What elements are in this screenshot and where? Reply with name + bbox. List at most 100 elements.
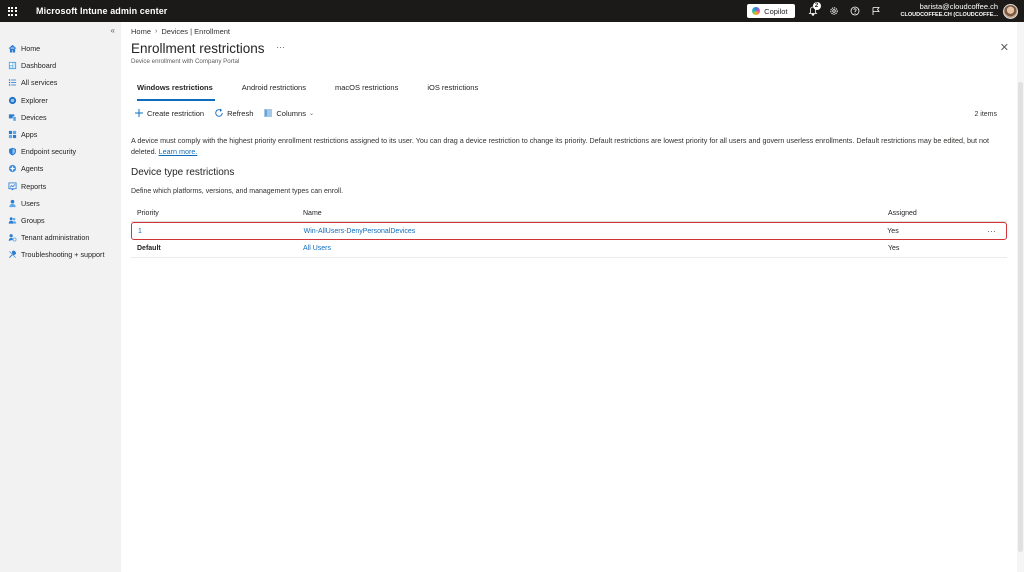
row-priority: Default: [137, 245, 161, 252]
refresh-icon: [215, 108, 223, 117]
chevron-right-icon: ›: [155, 28, 158, 35]
more-options-icon[interactable]: ···: [276, 42, 285, 52]
app-title[interactable]: Microsoft Intune admin center: [36, 6, 167, 16]
copilot-label: Copilot: [764, 6, 788, 16]
row-assigned: Yes: [887, 227, 899, 235]
row-more-icon[interactable]: ···: [977, 226, 1006, 236]
create-restriction-label: Create restriction: [147, 108, 205, 118]
refresh-label: Refresh: [227, 108, 254, 118]
section-title: Device type restrictions: [131, 167, 235, 178]
sidebar-item-label: Home: [21, 44, 41, 54]
sidebar-item-apps[interactable]: Apps: [0, 126, 121, 143]
header-priority[interactable]: Priority: [131, 210, 303, 217]
plus-icon: [135, 109, 143, 117]
tab-macos-restrictions[interactable]: macOS restrictions: [329, 79, 404, 101]
sidebar-item-label: Dashboard: [21, 61, 57, 71]
chevron-down-icon: ⌄: [308, 110, 314, 117]
sidebar-item-label: Users: [21, 198, 40, 208]
sidebar-item-tenant-administration[interactable]: Tenant administration: [0, 229, 121, 246]
explorer-icon: [8, 96, 17, 105]
tenant-admin-icon: [8, 233, 17, 242]
feedback-button[interactable]: [866, 0, 887, 22]
troubleshooting-icon: [8, 250, 17, 259]
header-name[interactable]: Name: [303, 210, 888, 217]
learn-more-link[interactable]: Learn more.: [159, 147, 198, 156]
sidebar-item-label: Endpoint security: [21, 147, 77, 157]
sidebar-item-endpoint-security[interactable]: Endpoint security: [0, 143, 121, 160]
table-row[interactable]: Default All Users Yes: [131, 240, 1007, 258]
row-name-link[interactable]: All Users: [303, 245, 888, 252]
toolbar: Create restriction Refresh Columns ⌄: [134, 108, 324, 118]
notifications-button[interactable]: 2: [803, 0, 824, 22]
row-name-link[interactable]: Win-AllUsers-DenyPersonalDevices: [304, 228, 888, 235]
sidebar-item-label: Reports: [21, 181, 47, 191]
sidebar-item-home[interactable]: Home: [0, 40, 121, 57]
refresh-button[interactable]: Refresh: [214, 108, 253, 118]
all-services-icon: [8, 78, 17, 87]
account-info[interactable]: barista@cloudcoffee.ch CLOUDCOFFEE.CH (C…: [901, 3, 998, 19]
sidebar-nav: Home Dashboard All services Explorer Dev…: [0, 40, 121, 263]
row-assigned: Yes: [888, 245, 900, 252]
close-icon[interactable]: ✕: [1000, 41, 1009, 54]
sidebar-item-label: Apps: [21, 130, 38, 140]
info-text: A device must comply with the highest pr…: [131, 136, 1011, 157]
tab-ios-restrictions[interactable]: iOS restrictions: [421, 79, 484, 101]
sidebar-item-reports[interactable]: Reports: [0, 178, 121, 195]
help-icon: [850, 6, 860, 16]
account-email: barista@cloudcoffee.ch: [919, 2, 998, 11]
tab-android-restrictions[interactable]: Android restrictions: [236, 79, 312, 101]
sidebar-item-explorer[interactable]: Explorer: [0, 92, 121, 109]
header-assigned[interactable]: Assigned: [888, 210, 978, 217]
breadcrumb-home[interactable]: Home: [131, 27, 151, 36]
users-icon: [8, 199, 17, 208]
sidebar-item-label: Troubleshooting + support: [21, 250, 105, 260]
columns-label: Columns: [276, 108, 306, 118]
app-launcher-icon[interactable]: [0, 0, 24, 22]
sidebar-item-label: Tenant administration: [21, 233, 90, 243]
breadcrumb: Home › Devices | Enrollment: [131, 27, 230, 36]
sidebar-item-label: Explorer: [21, 95, 48, 105]
columns-button[interactable]: Columns ⌄: [263, 108, 314, 118]
dashboard-icon: [8, 61, 17, 70]
sidebar-item-devices[interactable]: Devices: [0, 109, 121, 126]
sidebar-item-users[interactable]: Users: [0, 195, 121, 212]
sidebar: « Home Dashboard All services Explorer D…: [0, 22, 121, 572]
section-description: Define which platforms, versions, and ma…: [131, 188, 344, 195]
reports-icon: [8, 182, 17, 191]
restriction-tabs: Windows restrictions Android restriction…: [131, 79, 501, 101]
sidebar-item-troubleshooting[interactable]: Troubleshooting + support: [0, 246, 121, 263]
sidebar-item-all-services[interactable]: All services: [0, 74, 121, 91]
sidebar-item-groups[interactable]: Groups: [0, 212, 121, 229]
settings-button[interactable]: [824, 0, 845, 22]
create-restriction-button[interactable]: Create restriction: [134, 108, 204, 118]
table-header: Priority Name Assigned: [131, 206, 1007, 222]
feedback-icon: [872, 7, 880, 15]
restrictions-table: Priority Name Assigned 1 Win-AllUsers-De…: [131, 206, 1007, 258]
item-count: 2 items: [974, 111, 997, 118]
copilot-icon: [752, 7, 761, 15]
sidebar-item-dashboard[interactable]: Dashboard: [0, 57, 121, 74]
tab-windows-restrictions[interactable]: Windows restrictions: [131, 79, 219, 101]
main-content: Home › Devices | Enrollment Enrollment r…: [121, 22, 1017, 572]
table-row[interactable]: 1 Win-AllUsers-DenyPersonalDevices Yes ·…: [131, 222, 1007, 240]
page-subtitle: Device enrollment with Company Portal: [131, 58, 240, 65]
gear-icon: [830, 7, 838, 15]
collapse-sidebar-icon[interactable]: «: [111, 26, 115, 35]
sidebar-item-agents[interactable]: Agents: [0, 160, 121, 177]
home-icon: [8, 44, 17, 53]
apps-icon: [8, 130, 17, 139]
agents-icon: [8, 164, 17, 173]
sidebar-item-label: All services: [21, 78, 58, 88]
sidebar-item-label: Devices: [21, 112, 47, 122]
info-description: A device must comply with the highest pr…: [131, 136, 989, 156]
groups-icon: [8, 216, 17, 225]
devices-icon: [8, 113, 17, 122]
notification-badge: 2: [812, 2, 821, 10]
vertical-scrollbar[interactable]: [1017, 22, 1024, 572]
help-button[interactable]: [845, 0, 866, 22]
copilot-button[interactable]: Copilot: [747, 4, 795, 18]
sidebar-item-label: Agents: [21, 164, 44, 174]
breadcrumb-devices-enrollment[interactable]: Devices | Enrollment: [161, 27, 230, 36]
avatar[interactable]: [1003, 3, 1018, 19]
scrollbar-thumb[interactable]: [1018, 82, 1023, 552]
